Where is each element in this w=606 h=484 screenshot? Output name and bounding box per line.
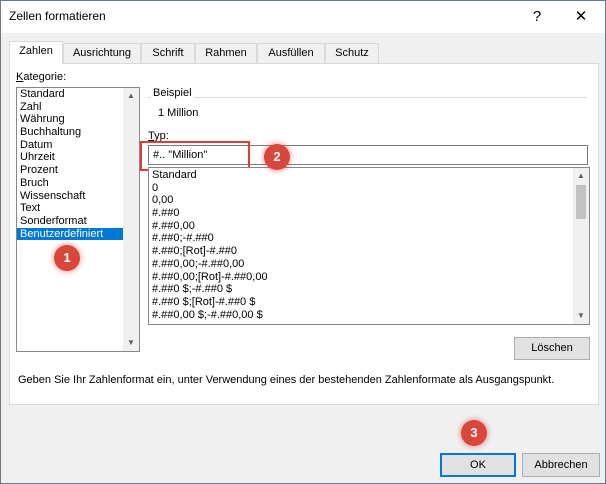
category-item[interactable]: Uhrzeit <box>17 151 139 164</box>
format-item[interactable]: 0,00 <box>149 194 589 207</box>
category-item[interactable]: Datum <box>17 139 139 152</box>
format-cells-dialog: Zellen formatieren ? ✕ Zahlen Ausrichtun… <box>0 0 606 484</box>
category-item[interactable]: Text <box>17 202 139 215</box>
format-item[interactable]: #.##0 <box>149 207 589 220</box>
scroll-down-icon[interactable]: ▼ <box>573 308 589 324</box>
category-list[interactable]: Standard Zahl Währung Buchhaltung Datum Uhrze… <box>16 87 140 352</box>
category-item[interactable]: Wissenschaft <box>17 190 139 203</box>
category-item[interactable]: Benutzerdefiniert <box>17 227 139 241</box>
format-item[interactable]: #.##0 $;-#.##0 $ <box>149 283 589 296</box>
delete-button[interactable]: Löschen <box>514 337 590 360</box>
hint-text: Geben Sie Ihr Zahlenformat ein, unter Ve… <box>18 374 555 386</box>
sample-group <box>147 97 587 98</box>
format-item[interactable]: #.##0,00;[Rot]-#.##0,00 <box>149 271 589 284</box>
category-item[interactable]: Standard <box>17 88 139 101</box>
tab-zahlen[interactable]: Zahlen <box>9 41 63 65</box>
category-label: Kategorie: <box>16 71 67 83</box>
help-button[interactable]: ? <box>515 1 559 33</box>
tab-rahmen[interactable]: Rahmen <box>195 43 257 64</box>
category-item[interactable]: Buchhaltung <box>17 126 139 139</box>
cancel-button[interactable]: Abbrechen <box>522 453 600 477</box>
annotation-badge-2: 2 <box>264 144 290 170</box>
annotation-badge-3: 3 <box>461 420 487 446</box>
tab-schrift[interactable]: Schrift <box>141 43 195 64</box>
format-item[interactable]: #.##0;[Rot]-#.##0 <box>149 245 589 258</box>
tab-ausfuellen[interactable]: Ausfüllen <box>257 43 325 64</box>
category-item[interactable]: Zahl <box>17 101 139 114</box>
category-scrollbar[interactable]: ▲ ▼ <box>123 88 139 351</box>
format-item[interactable]: Standard <box>149 169 589 182</box>
format-item[interactable]: #.##0,00 $;-#.##0,00 $ <box>149 309 589 322</box>
format-scrollbar[interactable]: ▲ ▼ <box>573 168 589 324</box>
scroll-up-icon[interactable]: ▲ <box>573 168 589 184</box>
dialog-title: Zellen formatieren <box>9 9 106 23</box>
scroll-down-icon[interactable]: ▼ <box>123 335 139 351</box>
close-button[interactable]: ✕ <box>559 1 603 33</box>
format-item[interactable]: 0 <box>149 182 589 195</box>
category-item[interactable]: Bruch <box>17 177 139 190</box>
format-list[interactable]: Standard 0 0,00 #.##0 #.##0,00 #.##0;-#.##0 #.… <box>148 167 590 325</box>
tab-schutz[interactable]: Schutz <box>325 43 379 64</box>
category-item[interactable]: Sonderformat <box>17 215 139 228</box>
sample-label: Beispiel <box>151 87 194 99</box>
format-item[interactable]: #.##0,00;-#.##0,00 <box>149 258 589 271</box>
annotation-badge-1: 1 <box>54 245 80 271</box>
title-bar: Zellen formatieren ? ✕ <box>1 1 605 33</box>
ok-button[interactable]: OK <box>440 453 516 477</box>
scroll-up-icon[interactable]: ▲ <box>123 88 139 104</box>
category-item[interactable]: Prozent <box>17 164 139 177</box>
format-item[interactable]: #.##0,00 <box>149 220 589 233</box>
scroll-thumb[interactable] <box>576 185 586 219</box>
format-item[interactable]: #.##0;-#.##0 <box>149 232 589 245</box>
format-item[interactable]: #.##0 $;[Rot]-#.##0 $ <box>149 296 589 309</box>
category-item[interactable]: Währung <box>17 113 139 126</box>
sample-value: 1 Million <box>158 107 199 119</box>
tab-ausrichtung[interactable]: Ausrichtung <box>63 43 141 64</box>
